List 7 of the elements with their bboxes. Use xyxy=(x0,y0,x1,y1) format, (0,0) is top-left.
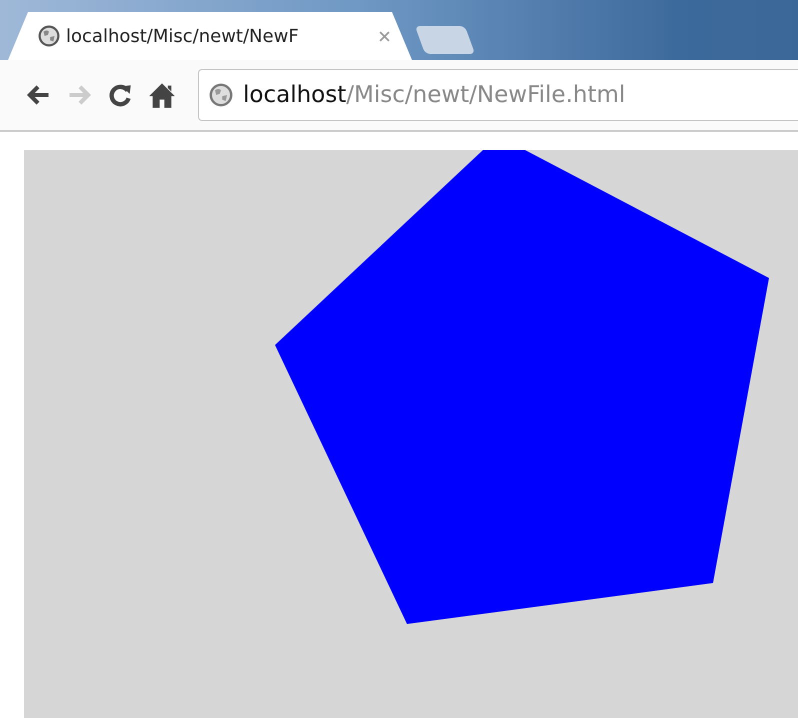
globe-icon xyxy=(38,25,60,47)
globe-icon xyxy=(209,83,233,107)
home-button[interactable] xyxy=(148,81,176,109)
address-bar[interactable]: localhost/Misc/newt/NewFile.html xyxy=(198,69,798,121)
browser-tab[interactable]: localhost/Misc/newt/NewF xyxy=(8,12,412,60)
url-text: localhost/Misc/newt/NewFile.html xyxy=(243,82,626,108)
close-icon[interactable] xyxy=(379,30,390,42)
